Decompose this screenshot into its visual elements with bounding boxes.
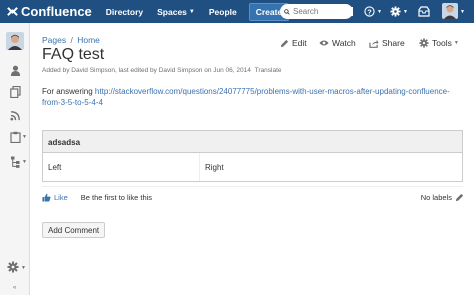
space-avatar[interactable]	[6, 32, 24, 50]
share-label: Share	[382, 38, 405, 48]
confluence-logo[interactable]: Confluence	[6, 4, 92, 19]
hierarchy-icon	[10, 156, 19, 168]
help-icon: ?	[364, 6, 375, 17]
like-button[interactable]: Like	[54, 193, 68, 202]
page-content: For answering http://stackoverflow.com/q…	[42, 86, 467, 108]
nav-directory[interactable]: Directory	[106, 7, 143, 17]
clipboard-icon	[9, 131, 21, 143]
share-icon	[369, 39, 379, 48]
table-cell-left: Left	[43, 153, 200, 181]
chevron-down-icon: ▼	[22, 159, 27, 165]
rss-icon	[9, 110, 20, 121]
collapse-sidebar-icon[interactable]: «	[13, 285, 16, 291]
add-comment-button[interactable]: Add Comment	[42, 222, 106, 238]
edit-label: Edit	[292, 38, 307, 48]
edit-button[interactable]: Edit	[280, 38, 307, 48]
chevron-down-icon: ▼	[453, 40, 459, 46]
sidebar-item-profile[interactable]	[8, 63, 22, 77]
search-input[interactable]	[293, 7, 353, 16]
sidebar: ▼ ▼ ▼ «	[0, 23, 30, 295]
space-tools-button[interactable]	[6, 260, 20, 274]
breadcrumb: Pages / Home	[42, 35, 100, 45]
stackoverflow-link[interactable]: http://stackoverflow.com/questions/24077…	[42, 87, 450, 107]
no-labels-text: No labels	[420, 193, 452, 202]
pencil-icon	[280, 39, 289, 47]
chevron-down-icon: ▼	[188, 8, 195, 15]
settings-menu[interactable]: ▼	[390, 4, 408, 19]
share-button[interactable]: Share	[369, 38, 405, 48]
chevron-down-icon: ▼	[22, 134, 27, 140]
edit-labels-icon[interactable]	[455, 193, 464, 202]
watch-button[interactable]: Watch	[319, 38, 356, 48]
user-avatar[interactable]	[442, 3, 458, 19]
cell-left-text: Left	[48, 162, 62, 172]
thumbs-up-icon[interactable]	[42, 193, 51, 202]
help-menu[interactable]: ? ▼	[364, 4, 382, 19]
watch-label: Watch	[332, 38, 356, 48]
sidebar-item-attachments[interactable]	[8, 130, 22, 144]
eye-icon	[319, 40, 329, 46]
person-icon	[10, 65, 20, 76]
translate-link[interactable]: Translate	[255, 67, 282, 74]
logo-text: Confluence	[21, 4, 92, 19]
pages-icon	[9, 86, 21, 98]
nav-people[interactable]: People	[209, 7, 237, 17]
chevron-down-icon: ▼	[377, 8, 382, 15]
sidebar-item-pages[interactable]	[8, 85, 22, 99]
labels-section[interactable]: No labels	[421, 193, 464, 202]
chevron-down-icon: ▼	[403, 8, 408, 15]
tools-label: Tools	[432, 38, 452, 48]
top-navigation: Confluence Directory Spaces ▼ People Cre…	[0, 0, 474, 23]
byline-text: Added by David Simpson, last edited by D…	[42, 67, 251, 74]
chevron-down-icon: ▼	[460, 8, 465, 15]
divider	[42, 186, 463, 187]
sidebar-item-tree[interactable]	[8, 155, 22, 169]
search-box[interactable]	[280, 4, 353, 19]
search-icon	[284, 8, 290, 15]
page-byline: Added by David Simpson, last edited by D…	[42, 67, 282, 74]
breadcrumb-separator: /	[70, 35, 73, 45]
nav-spaces[interactable]: Spaces ▼	[157, 7, 195, 17]
table-row: Left Right	[43, 153, 462, 181]
breadcrumb-home[interactable]: Home	[77, 35, 100, 45]
space-photo-icon	[6, 32, 24, 50]
svg-text:?: ?	[367, 7, 372, 16]
user-photo-icon	[442, 3, 458, 19]
like-row: Like Be the first to like this	[42, 193, 152, 202]
tools-button[interactable]: Tools ▼	[419, 38, 459, 48]
confluence-logo-icon	[7, 7, 18, 16]
gear-icon	[419, 38, 429, 48]
gear-icon	[7, 261, 19, 273]
chevron-down-icon: ▼	[21, 265, 26, 271]
content-table: adsadsa Left Right	[42, 130, 463, 182]
content-prefix: For answering	[42, 87, 93, 96]
gear-icon	[390, 6, 401, 17]
like-summary: Be the first to like this	[80, 193, 153, 202]
page-title: FAQ test	[42, 46, 105, 63]
table-cell-right: Right	[205, 162, 224, 172]
breadcrumb-pages[interactable]: Pages	[42, 35, 66, 45]
notifications-button[interactable]	[418, 4, 430, 19]
table-header: adsadsa	[43, 131, 462, 153]
inbox-icon	[418, 6, 430, 17]
sidebar-item-blog[interactable]	[8, 108, 22, 122]
nav-spaces-label: Spaces	[157, 6, 187, 17]
